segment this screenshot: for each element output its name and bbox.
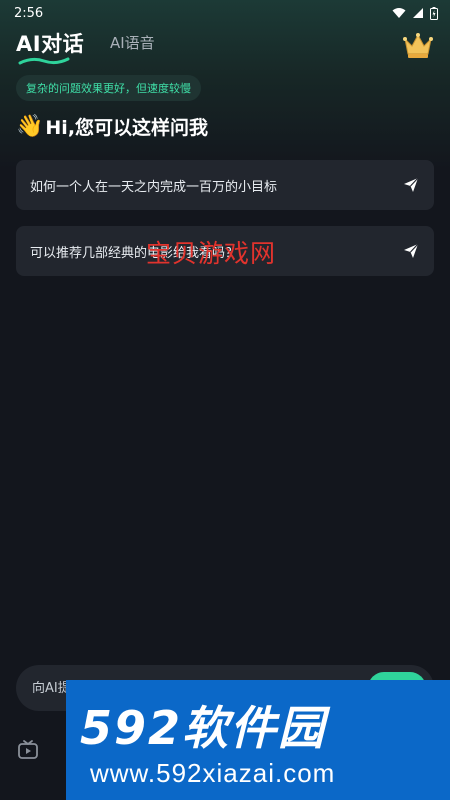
- wifi-icon: [392, 8, 406, 18]
- battery-icon: [430, 6, 438, 20]
- tab-ai-voice[interactable]: AI语音: [110, 32, 155, 53]
- tab-active-underline: [18, 57, 70, 65]
- tab-ai-chat-label: AI对话: [16, 32, 85, 56]
- tab-ai-chat[interactable]: AI对话: [16, 28, 84, 68]
- suggestion-text: 如何一个人在一天之内完成一百万的小目标: [30, 179, 278, 195]
- ad-banner[interactable]: 592软件园 www.592xiazai.com: [66, 680, 450, 800]
- ad-url: www.592xiazai.com: [90, 758, 336, 788]
- watermark-text: 宝贝游戏网: [146, 239, 277, 268]
- video-icon[interactable]: [16, 738, 40, 762]
- suggestion-card[interactable]: 如何一个人在一天之内完成一百万的小目标: [16, 160, 434, 210]
- crown-icon[interactable]: [402, 30, 434, 60]
- status-icons: [392, 6, 438, 20]
- status-bar: 2:56: [0, 0, 450, 26]
- send-icon[interactable]: [402, 176, 420, 194]
- hint-badge: 复杂的问题效果更好，但速度较慢: [16, 75, 201, 101]
- wave-hand-icon: 👋: [16, 114, 44, 139]
- signal-icon: [413, 8, 423, 18]
- ad-title: 592软件园: [80, 701, 327, 755]
- status-time: 2:56: [14, 5, 44, 21]
- send-icon[interactable]: [402, 242, 420, 260]
- header: AI对话 AI语音: [0, 26, 450, 70]
- greeting-text: Hi,您可以这样问我: [45, 117, 209, 139]
- greeting: 👋 Hi,您可以这样问我: [16, 113, 208, 140]
